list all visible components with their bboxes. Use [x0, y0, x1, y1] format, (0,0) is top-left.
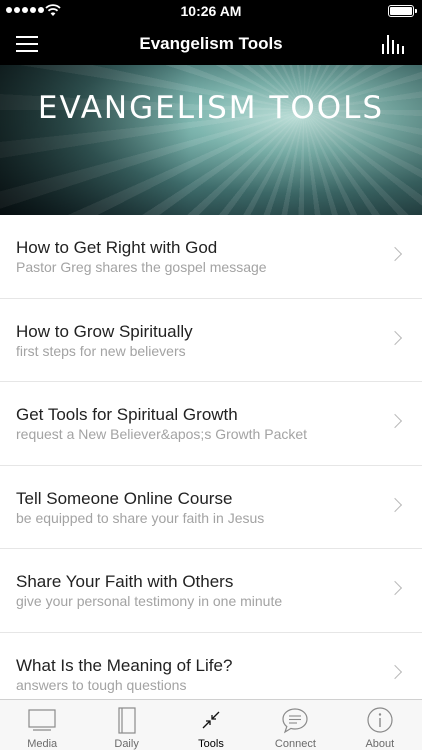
- list-item-grow-spiritually[interactable]: How to Grow Spiritually first steps for …: [0, 299, 422, 382]
- tab-label: Media: [27, 738, 58, 750]
- list-item-tools-spiritual-growth[interactable]: Get Tools for Spiritual Growth request a…: [0, 382, 422, 466]
- chevron-right-icon: [387, 330, 403, 345]
- tab-media[interactable]: Media: [0, 700, 84, 750]
- chat-bubble-icon: [282, 708, 309, 734]
- chevron-right-icon: [387, 497, 403, 512]
- tab-label: Tools: [198, 738, 224, 750]
- tab-daily[interactable]: Daily: [84, 700, 168, 750]
- page-title: Evangelism Tools: [139, 34, 283, 53]
- nav-bar: Evangelism Tools: [0, 22, 422, 65]
- monitor-icon: [28, 709, 56, 731]
- list-item-subtitle: be equipped to share your faith in Jesus: [16, 509, 265, 526]
- info-icon: [367, 707, 393, 733]
- chevron-right-icon: [387, 413, 403, 429]
- chevron-right-icon: [387, 664, 403, 679]
- list-item-title: Tell Someone Online Course: [16, 488, 233, 508]
- compress-arrows-icon: [202, 711, 220, 729]
- tab-about[interactable]: About: [338, 700, 422, 750]
- list-item-share-your-faith[interactable]: Share Your Faith with Others give your p…: [0, 549, 422, 633]
- tab-label: About: [365, 738, 395, 750]
- tab-connect[interactable]: Connect: [253, 700, 337, 750]
- chevron-right-icon: [387, 246, 403, 262]
- status-bar: 10:26 AM: [0, 0, 422, 22]
- list-item-subtitle: request a New Believer&apos;s Growth Pac…: [16, 426, 308, 442]
- tools-list: How to Get Right with God Pastor Greg sh…: [0, 215, 422, 716]
- hero-shade: [0, 65, 422, 215]
- audio-bars-icon[interactable]: [378, 32, 410, 56]
- tab-label: Daily: [114, 738, 139, 750]
- tab-bar: Media Daily Tools Connect About: [0, 699, 422, 750]
- hero-banner: EVANGELISM TOOLS: [0, 65, 422, 215]
- list-item-subtitle: give your personal testimony in one minu…: [16, 593, 283, 609]
- chevron-right-icon: [387, 580, 403, 596]
- book-icon: [118, 707, 136, 734]
- list-item-title: How to Grow Spiritually: [16, 321, 193, 341]
- tab-label: Connect: [274, 738, 316, 750]
- tab-tools[interactable]: Tools: [169, 700, 253, 750]
- list-item-title: Share Your Faith with Others: [16, 572, 234, 591]
- list-item-title: Get Tools for Spiritual Growth: [16, 405, 238, 424]
- status-time: 10:26 AM: [180, 3, 242, 19]
- hero-title: EVANGELISM TOOLS: [37, 90, 385, 126]
- list-item-tell-someone-course[interactable]: Tell Someone Online Course be equipped t…: [0, 466, 422, 549]
- list-item-title: How to Get Right with God: [16, 238, 218, 257]
- list-item-get-right-with-god[interactable]: How to Get Right with God Pastor Greg sh…: [0, 215, 422, 299]
- list-item-title: What Is the Meaning of Life?: [16, 655, 233, 675]
- list-item-subtitle: first steps for new believers: [16, 342, 186, 359]
- list-item-subtitle: answers to tough questions: [16, 676, 187, 693]
- battery-icon: [388, 5, 417, 17]
- list-item-subtitle: Pastor Greg shares the gospel message: [16, 259, 267, 275]
